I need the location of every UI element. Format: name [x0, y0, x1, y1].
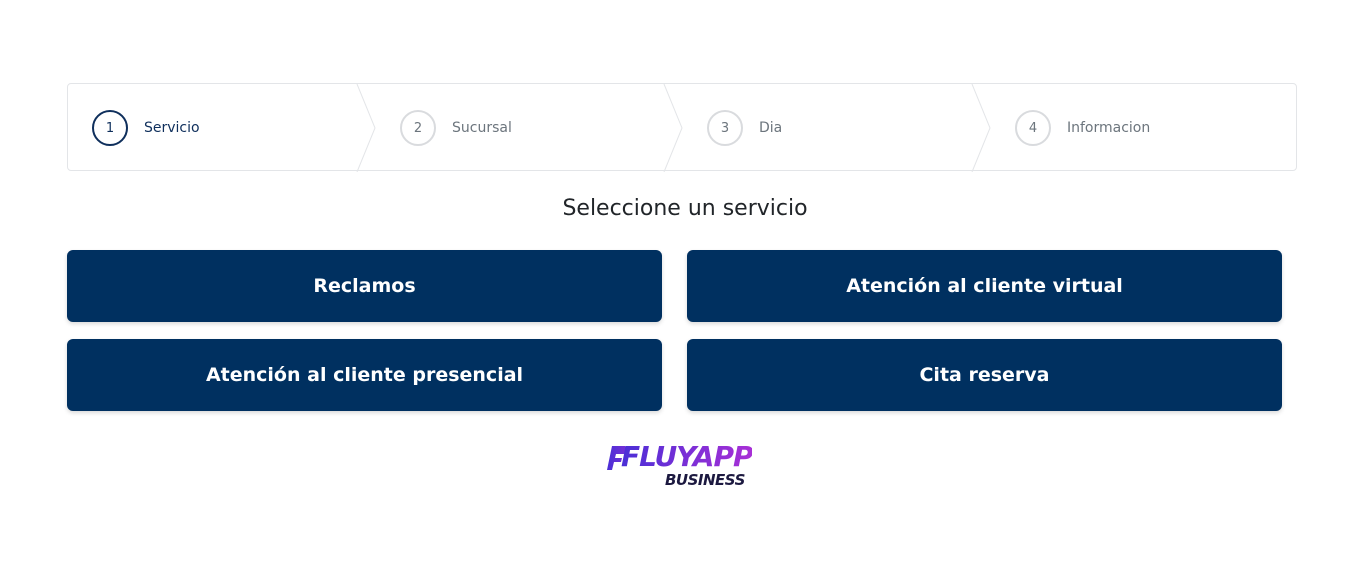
service-button-reclamos[interactable]: Reclamos: [67, 250, 662, 322]
service-button-atencion-virtual[interactable]: Atención al cliente virtual: [687, 250, 1282, 322]
logo-text: FLUYAPP: [621, 440, 753, 473]
step-label-sucursal: Sucursal: [452, 120, 512, 136]
step-number-2: 2: [400, 110, 436, 146]
step-servicio[interactable]: 1 Servicio: [92, 84, 200, 172]
step-label-servicio: Servicio: [144, 120, 200, 136]
stepper: 1 Servicio 2 Sucursal 3 Dia 4 Informacio…: [67, 83, 1297, 172]
step-number-3: 3: [707, 110, 743, 146]
step-number-4: 4: [1015, 110, 1051, 146]
page-title: Seleccione un servicio: [562, 196, 808, 221]
logo-subtext: BUSINESS: [665, 471, 745, 489]
step-informacion[interactable]: 4 Informacion: [1015, 84, 1150, 172]
step-sucursal[interactable]: 2 Sucursal: [400, 84, 512, 172]
fluyapp-logo: FLUYAPP BUSINESS: [605, 442, 765, 492]
service-button-cita-reserva[interactable]: Cita reserva: [687, 339, 1282, 411]
service-button-atencion-presencial[interactable]: Atención al cliente presencial: [67, 339, 662, 411]
step-number-1: 1: [92, 110, 128, 146]
step-dia[interactable]: 3 Dia: [707, 84, 782, 172]
step-label-dia: Dia: [759, 120, 783, 136]
step-label-informacion: Informacion: [1067, 120, 1151, 136]
